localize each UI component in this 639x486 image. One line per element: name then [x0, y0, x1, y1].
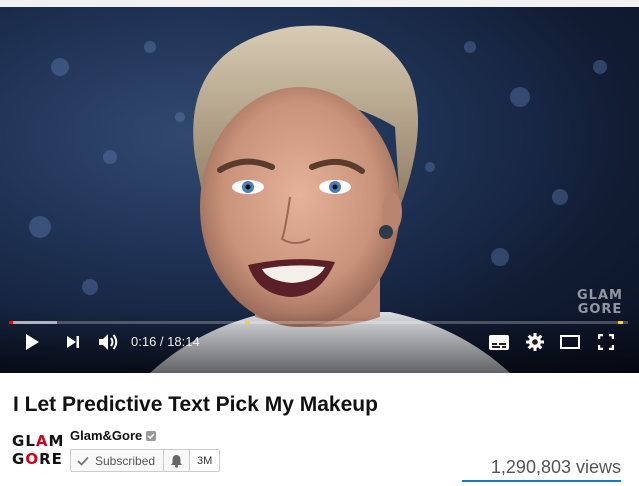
video-title: I Let Predictive Text Pick My Makeup [13, 393, 378, 416]
logo-line-1: GLAM [12, 432, 65, 450]
view-count: 1,290,803 views [490, 457, 621, 477]
play-button[interactable] [21, 329, 43, 355]
settings-icon [526, 333, 544, 351]
progress-loaded [9, 321, 58, 324]
time-separator: / [156, 334, 168, 349]
progress-bar[interactable] [9, 321, 628, 324]
next-button[interactable] [62, 329, 84, 355]
like-ratio-bar [462, 480, 621, 482]
progress-played [9, 321, 14, 324]
subtitles-button[interactable] [487, 329, 511, 355]
play-icon [26, 334, 39, 350]
theater-mode-icon [560, 335, 580, 349]
fullscreen-icon [598, 334, 614, 350]
fullscreen-button[interactable] [594, 329, 618, 355]
channel-name-row: Glam&Gore [70, 428, 157, 443]
subscriber-count: 3M [190, 449, 221, 472]
checkmark-icon [77, 456, 89, 466]
chapter-marker [618, 321, 624, 324]
logo-line-2: GORE [12, 450, 63, 468]
next-icon [67, 336, 79, 348]
verified-icon [146, 430, 157, 441]
top-strip [0, 0, 639, 7]
time-total: 18:14 [167, 334, 200, 349]
volume-icon [99, 334, 118, 350]
bell-icon [171, 454, 183, 468]
theater-mode-button[interactable] [558, 329, 582, 355]
time-display: 0:16 / 18:14 [131, 334, 200, 349]
subtitles-icon [489, 334, 509, 350]
subscribe-group: Subscribed 3M [70, 449, 221, 472]
volume-button[interactable] [96, 329, 122, 355]
channel-logo[interactable]: GLAM GORE [12, 432, 65, 470]
subscribed-label: Subscribed [95, 453, 156, 468]
notification-bell-button[interactable] [164, 449, 191, 472]
watermark-line-1: GLAM [577, 288, 623, 303]
settings-button[interactable] [523, 329, 547, 355]
time-current: 0:16 [131, 334, 157, 349]
video-player[interactable]: GLAM GORE [0, 7, 639, 373]
channel-name[interactable]: Glam&Gore [70, 428, 142, 443]
chapter-marker [244, 321, 250, 324]
subscribed-button[interactable]: Subscribed [70, 449, 165, 472]
